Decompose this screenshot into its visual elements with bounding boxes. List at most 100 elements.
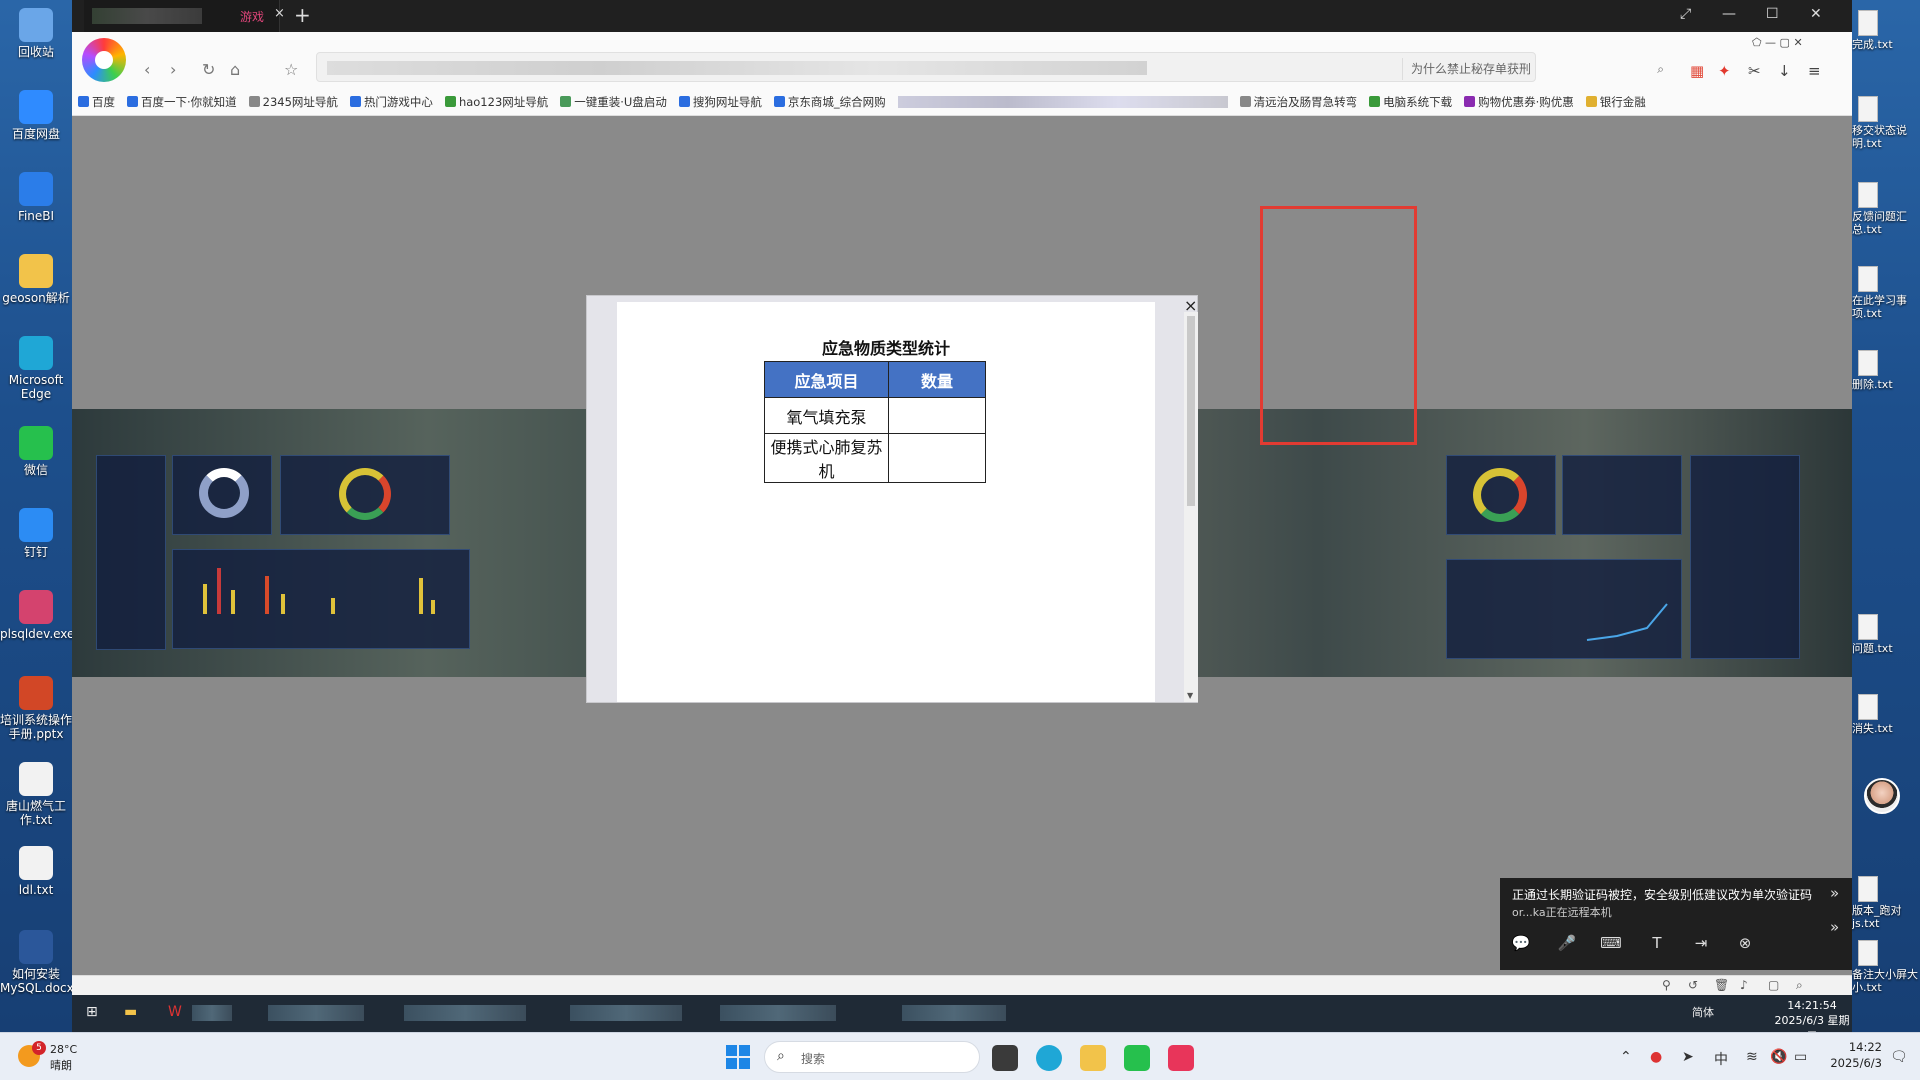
text-icon[interactable]: T	[1646, 932, 1668, 954]
desktop-icon[interactable]: plsqldev.exe	[0, 590, 74, 641]
start-button[interactable]	[726, 1045, 750, 1069]
remote-ime[interactable]: 简体	[1692, 1004, 1714, 1020]
chat-icon[interactable]: 💬	[1510, 932, 1532, 954]
menu-icon[interactable]: ≡	[1808, 62, 1821, 80]
taskbar-app-wechat-icon[interactable]	[1124, 1045, 1150, 1071]
remote-wps-icon[interactable]: W	[168, 1004, 182, 1020]
bookmark-item[interactable]: 清远治及肠胃急转弯	[1239, 94, 1357, 110]
file-transfer-icon[interactable]: ⇥	[1690, 932, 1712, 954]
desktop-icon[interactable]: 消失.txt	[1852, 694, 1920, 735]
scissors-icon[interactable]: ✂	[1748, 62, 1761, 80]
bookmark-item[interactable]: 一键重装·U盘启动	[560, 94, 667, 110]
desktop-icon[interactable]: FineBI	[0, 172, 72, 223]
browser-tab[interactable]: 游戏 ×	[84, 0, 285, 32]
weather-widget[interactable]: 5 28°C 晴朗	[18, 1041, 104, 1073]
expand-icon[interactable]: ⤢	[1680, 6, 1691, 22]
remote-start-icon[interactable]: ⊞	[86, 1004, 98, 1020]
trash-icon[interactable]: 🗑	[1714, 978, 1729, 992]
desktop-icon[interactable]: 完成.txt	[1852, 10, 1920, 51]
taskbar-app-edge-icon[interactable]	[1036, 1045, 1062, 1071]
new-tab-icon[interactable]: +	[294, 3, 311, 27]
bookmark-item[interactable]: 百度	[78, 94, 115, 110]
apps-grid-icon[interactable]: ▦	[1690, 62, 1704, 80]
browser-search-field[interactable]: 为什么禁止秘存单获刑 ⌕	[1402, 58, 1672, 80]
bookmark-item[interactable]: 电脑系统下载	[1369, 94, 1452, 110]
desktop-icon[interactable]: 培训系统操作手册.pptx	[0, 676, 72, 741]
taskbar-app-remote-icon[interactable]	[1168, 1045, 1194, 1071]
tab-close-icon[interactable]: ×	[274, 6, 285, 21]
bookmark-item[interactable]: 百度一下·你就知道	[127, 94, 237, 110]
desktop-icon[interactable]: 移交状态说明.txt	[1852, 96, 1920, 150]
disconnect-icon[interactable]: ⊗	[1734, 932, 1756, 954]
forward-icon[interactable]: ›	[170, 60, 176, 79]
wifi-icon[interactable]: ≋	[1746, 1049, 1758, 1065]
bookmark-item[interactable]: 2345网址导航	[248, 94, 338, 110]
mute-icon[interactable]: 🔇	[1770, 1049, 1787, 1065]
desktop-icon[interactable]: 备注大小屏大小.txt	[1852, 940, 1920, 994]
remote-taskbar-app[interactable]	[268, 1005, 364, 1021]
back-icon[interactable]: ‹	[144, 60, 150, 79]
modal-scrollbar[interactable]: ▼	[1184, 312, 1198, 702]
bookmark-item[interactable]: 京东商城_综合网购	[773, 94, 886, 110]
notification-icon[interactable]: 🗨	[1890, 1049, 1908, 1065]
remote-taskbar-app[interactable]	[192, 1005, 232, 1021]
zoom-icon[interactable]: ⌕	[1796, 978, 1803, 993]
microphone-icon[interactable]: 🎤	[1556, 932, 1578, 954]
remote-taskbar-app[interactable]	[404, 1005, 526, 1021]
minimize-icon[interactable]: —	[1722, 6, 1736, 22]
pin-icon[interactable]: ⚲	[1662, 978, 1671, 992]
remote-taskbar-app[interactable]	[720, 1005, 836, 1021]
window-icon[interactable]: ▢	[1768, 978, 1779, 992]
tray-ime[interactable]: 中	[1714, 1049, 1728, 1069]
expand-arrow-icon[interactable]: »	[1830, 918, 1839, 936]
scrollbar-thumb[interactable]	[1187, 316, 1195, 506]
remote-taskbar-app[interactable]	[570, 1005, 682, 1021]
desktop-icon[interactable]: 回收站	[0, 8, 72, 59]
desktop-icon[interactable]: Microsoft Edge	[0, 336, 72, 401]
taskbar-search[interactable]: ⌕ 搜索	[764, 1041, 980, 1073]
desktop-icon[interactable]: 反馈问题汇总.txt	[1852, 182, 1920, 236]
desktop-icon[interactable]: 如何安装MySQL.docx	[0, 930, 74, 995]
bookmark-item[interactable]: 热门游戏中心	[349, 94, 433, 110]
desktop-icon[interactable]: 微信	[0, 426, 72, 477]
bookmark-item[interactable]: 银行金融	[1585, 94, 1646, 110]
avatar[interactable]	[1864, 778, 1900, 814]
desktop-icon[interactable]: 唐山燃气工作.txt	[0, 762, 72, 827]
collapse-arrow-icon[interactable]: »	[1830, 884, 1839, 902]
tray-send-icon[interactable]: ➤	[1682, 1049, 1694, 1065]
browser-logo-icon[interactable]	[82, 38, 126, 82]
desktop-icon[interactable]: 在此学习事项.txt	[1852, 266, 1920, 320]
taskbar-clock[interactable]: 14:22 2025/6/3	[1822, 1039, 1882, 1071]
scroll-down-icon[interactable]: ▼	[1187, 691, 1193, 700]
desktop-icon[interactable]: ldl.txt	[0, 846, 72, 897]
remote-taskbar-app[interactable]	[902, 1005, 1006, 1021]
desktop-icon[interactable]: 钉钉	[0, 508, 72, 559]
bookmark-item[interactable]: 搜狗网址导航	[678, 94, 762, 110]
desktop-icon[interactable]: 百度网盘	[0, 90, 72, 141]
desktop-icon[interactable]: 删除.txt	[1852, 350, 1920, 391]
close-window-icon[interactable]: ✕	[1810, 6, 1822, 22]
address-bar[interactable]	[316, 52, 1536, 82]
bookmark-item[interactable]: 购物优惠券·购优惠	[1464, 94, 1574, 110]
refresh-icon[interactable]: ↻	[202, 60, 215, 79]
desktop-icon[interactable]: geoson解析	[0, 254, 72, 305]
remote-clock[interactable]: 14:21:54 2025/6/3 星期二	[1774, 998, 1850, 1032]
battery-icon[interactable]: ▭	[1794, 1049, 1807, 1065]
maximize-icon[interactable]: ☐	[1766, 6, 1779, 22]
volume-icon[interactable]: ♪	[1740, 978, 1748, 992]
bookmark-item[interactable]: hao123网址导航	[444, 94, 548, 110]
star-icon[interactable]: ☆	[284, 60, 298, 79]
screen-icon[interactable]: ⌨	[1600, 932, 1622, 954]
tray-app-icon[interactable]: ●	[1650, 1049, 1662, 1065]
game-icon[interactable]: ✦	[1718, 62, 1731, 80]
search-icon[interactable]: ⌕	[1657, 58, 1664, 80]
tray-chevron-icon[interactable]: ⌃	[1620, 1049, 1632, 1065]
home-icon[interactable]: ⌂	[230, 60, 240, 79]
history-icon[interactable]: ↺	[1688, 978, 1698, 992]
remote-explorer-icon[interactable]: ▬	[124, 1004, 137, 1020]
taskbar-app-folder-icon[interactable]	[1080, 1045, 1106, 1071]
download-icon[interactable]: ↓	[1778, 62, 1791, 80]
desktop-icon[interactable]: 版本_跑对js.txt	[1852, 876, 1920, 930]
taskbar-app-terminal-icon[interactable]	[992, 1045, 1018, 1071]
browser-window-controls[interactable]: ⬠ — ▢ ✕	[1752, 36, 1803, 49]
